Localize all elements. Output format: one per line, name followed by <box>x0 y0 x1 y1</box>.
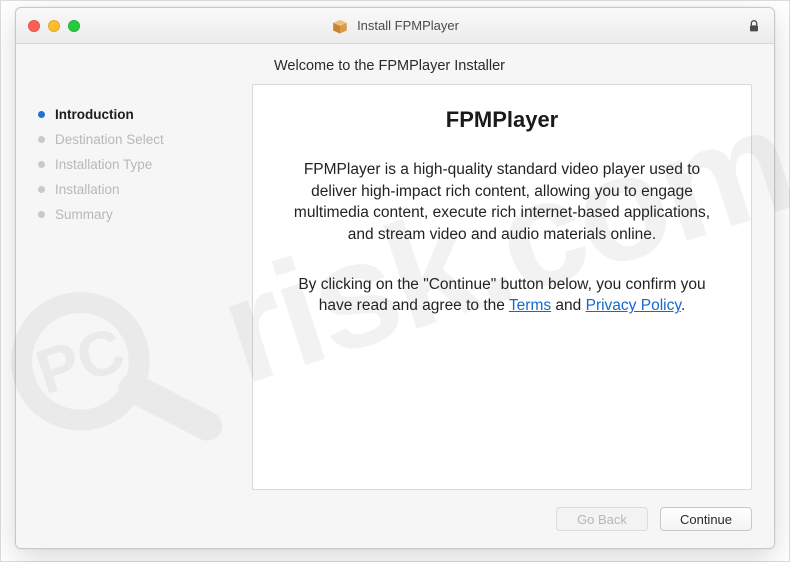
window-title: Install FPMPlayer <box>357 18 459 33</box>
sidebar-item-summary: Summary <box>38 202 242 227</box>
terms-link[interactable]: Terms <box>509 297 551 314</box>
main-row: Introduction Destination Select Installa… <box>16 84 774 490</box>
title-center: Install FPMPlayer <box>16 17 774 35</box>
titlebar: Install FPMPlayer <box>16 8 774 44</box>
sidebar-item-installation: Installation <box>38 177 242 202</box>
sidebar-item-installation-type: Installation Type <box>38 152 242 177</box>
sidebar: Introduction Destination Select Installa… <box>16 84 252 490</box>
installer-window: Install FPMPlayer Welcome to the FPMPlay… <box>15 7 775 549</box>
sidebar-item-label: Installation <box>55 182 120 197</box>
sidebar-item-label: Introduction <box>55 107 134 122</box>
content-panel: FPMPlayer FPMPlayer is a high-quality st… <box>252 84 752 490</box>
package-icon <box>331 17 349 35</box>
zoom-window-button[interactable] <box>68 20 80 32</box>
bullet-icon <box>38 136 45 143</box>
agree-middle: and <box>551 297 585 314</box>
continue-button[interactable]: Continue <box>660 507 752 531</box>
page-heading: Welcome to the FPMPlayer Installer <box>16 44 774 84</box>
outer-frame: Install FPMPlayer Welcome to the FPMPlay… <box>0 0 790 562</box>
sidebar-item-label: Installation Type <box>55 157 152 172</box>
sidebar-item-label: Summary <box>55 207 113 222</box>
window-controls <box>16 20 80 32</box>
sidebar-item-destination-select: Destination Select <box>38 127 242 152</box>
close-window-button[interactable] <box>28 20 40 32</box>
go-back-button: Go Back <box>556 507 648 531</box>
content-title: FPMPlayer <box>281 107 723 133</box>
bullet-icon <box>38 161 45 168</box>
privacy-policy-link[interactable]: Privacy Policy <box>586 297 681 314</box>
minimize-window-button[interactable] <box>48 20 60 32</box>
bullet-icon <box>38 186 45 193</box>
content-agreement: By clicking on the "Continue" button bel… <box>281 274 723 317</box>
bullet-icon <box>38 211 45 218</box>
sidebar-item-label: Destination Select <box>55 132 164 147</box>
content-description: FPMPlayer is a high-quality standard vid… <box>281 159 723 246</box>
lock-icon[interactable] <box>746 18 762 34</box>
bullet-icon <box>38 111 45 118</box>
body-area: Welcome to the FPMPlayer Installer Intro… <box>16 44 774 548</box>
agree-suffix: . <box>681 297 685 314</box>
button-row: Go Back Continue <box>16 490 774 548</box>
sidebar-item-introduction[interactable]: Introduction <box>38 102 242 127</box>
